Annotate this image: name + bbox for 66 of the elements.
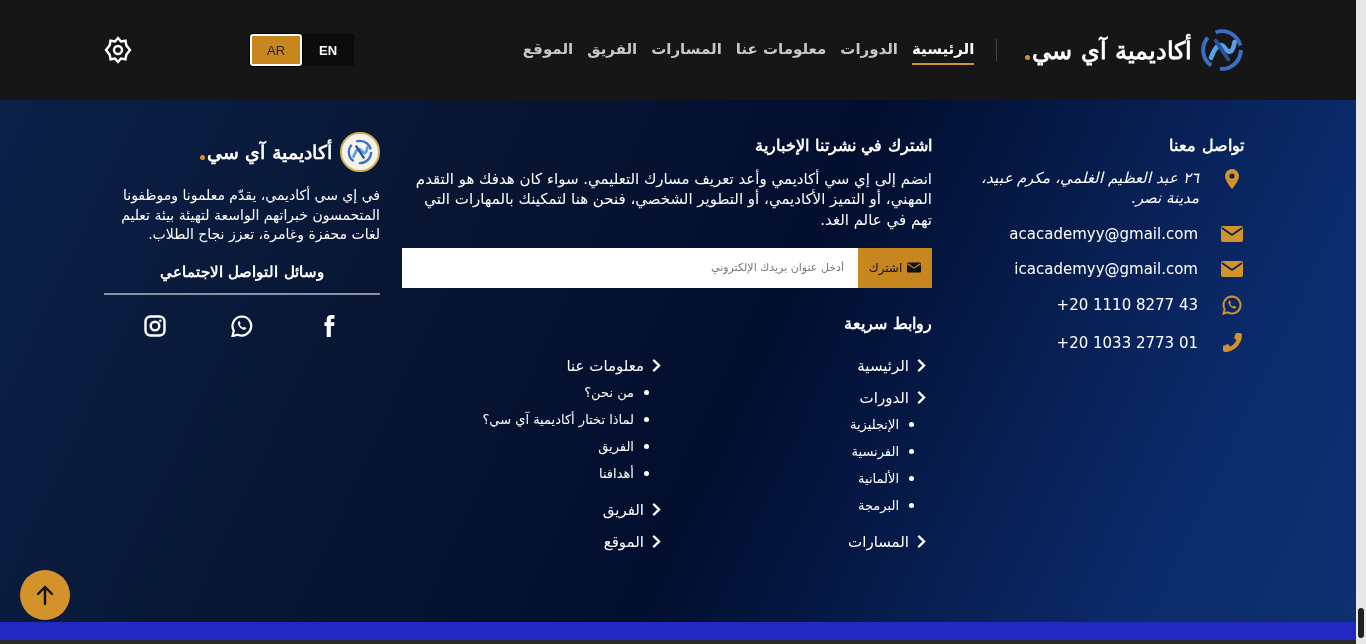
- footer-link[interactable]: معلومات عنا: [566, 356, 644, 375]
- footer-link[interactable]: الفريق: [598, 438, 634, 454]
- footer-link[interactable]: الألمانية: [858, 470, 899, 486]
- nav-link[interactable]: الدورات: [840, 35, 898, 65]
- address-text: ٢٦ عبد العظيم الغلمي، مكرم عبيد، مدينة نصر.: [979, 169, 1199, 208]
- newsletter-description: انضم إلى إي سي أكاديمي وأعد تعريف مسارك التعليمي. سواء كان هدفك هو التقدم المهني، أو التميز الأكاديمي، أو التطوير الشخصي، فنحن هنا لتمكينك بالمهارات التي تهم في عالم الغد.: [414, 169, 932, 230]
- footer-link[interactable]: الموقع: [603, 532, 644, 551]
- phone-icon: [1221, 332, 1243, 353]
- logo-icon: [347, 139, 373, 165]
- envelope-icon: [907, 262, 922, 274]
- phone-link[interactable]: +20 1033 2773 01: [1056, 333, 1198, 352]
- section-heading: تواصل معنا: [1168, 136, 1244, 155]
- chevron-icon: [917, 359, 926, 373]
- footer-link[interactable]: لماذا تختار أكاديمية آي سي؟: [482, 411, 634, 427]
- whatsapp-icon[interactable]: [231, 314, 253, 337]
- brand-name: أكاديمية آي سي: [206, 141, 332, 163]
- chevron-icon: [652, 503, 661, 517]
- section-heading: روابط سريعة: [843, 313, 932, 333]
- back-to-top-button[interactable]: [20, 570, 70, 620]
- bullet-icon: [644, 470, 649, 476]
- subscribe-button[interactable]: اشترك: [858, 247, 932, 288]
- chevron-icon: [652, 359, 661, 373]
- bullet-icon: [644, 443, 649, 449]
- footer-link[interactable]: الفريق: [602, 500, 644, 519]
- nav-link[interactable]: الرئيسية: [911, 35, 975, 65]
- chevron-icon: [917, 391, 926, 405]
- email-link[interactable]: acacademyy@gmail.com: [1009, 225, 1198, 243]
- bullet-icon: [909, 448, 914, 454]
- nav-link[interactable]: المسارات: [651, 35, 722, 65]
- nav-link[interactable]: الفريق: [587, 35, 638, 65]
- brand-name[interactable]: أكاديمية آي سي: [1032, 35, 1192, 65]
- footer-link[interactable]: البرمجة: [858, 497, 899, 513]
- language-button[interactable]: EN: [302, 34, 354, 66]
- bullet-icon: [644, 389, 649, 395]
- language-button[interactable]: AR: [250, 34, 302, 66]
- nav-link[interactable]: الموقع: [522, 35, 574, 65]
- about-description: في إي سي أكاديمي، يقدّم معلمونا وموظفونا المتحمسون خبراتهم الواسعة لتهيئة بيئة تعليم لغات محفزة وغامرة، تعزز نجاح الطلاب.: [120, 186, 380, 245]
- footer-link[interactable]: الإنجليزية: [849, 416, 899, 432]
- whatsapp-icon: [1222, 295, 1242, 315]
- chevron-icon: [917, 535, 926, 549]
- arrow-up-icon: [36, 585, 54, 605]
- scrollbar[interactable]: [1356, 0, 1366, 644]
- logo-icon[interactable]: [1200, 28, 1244, 72]
- nav-link[interactable]: معلومات عنا: [735, 35, 827, 65]
- bullet-icon: [909, 502, 914, 508]
- footer-link[interactable]: الرئيسية: [857, 356, 909, 375]
- email-link[interactable]: icacademyy@gmail.com: [1014, 260, 1198, 278]
- settings-icon[interactable]: [104, 36, 132, 64]
- footer-link[interactable]: الفرنسية: [851, 443, 899, 459]
- instagram-icon[interactable]: [144, 314, 166, 337]
- bullet-icon: [644, 416, 649, 422]
- dot-icon: [1025, 55, 1031, 60]
- dot-icon: [199, 155, 205, 160]
- footer-link[interactable]: المسارات: [848, 532, 909, 551]
- section-heading: وسائل التواصل الاجتماعي: [159, 262, 325, 281]
- envelope-icon: [1221, 261, 1243, 277]
- section-heading: اشترك في نشرتنا الإخبارية: [754, 136, 932, 155]
- bullet-icon: [909, 421, 914, 427]
- chevron-icon: [652, 535, 661, 549]
- location-pin-icon: [1224, 169, 1241, 189]
- bullet-icon: [909, 475, 914, 481]
- footer-link[interactable]: أهدافنا: [599, 465, 634, 481]
- footer-link[interactable]: من نحن؟: [584, 384, 634, 400]
- footer-link[interactable]: الدورات: [859, 388, 909, 407]
- envelope-icon: [1221, 226, 1243, 242]
- phone-link[interactable]: +20 1110 8277 43: [1056, 296, 1198, 314]
